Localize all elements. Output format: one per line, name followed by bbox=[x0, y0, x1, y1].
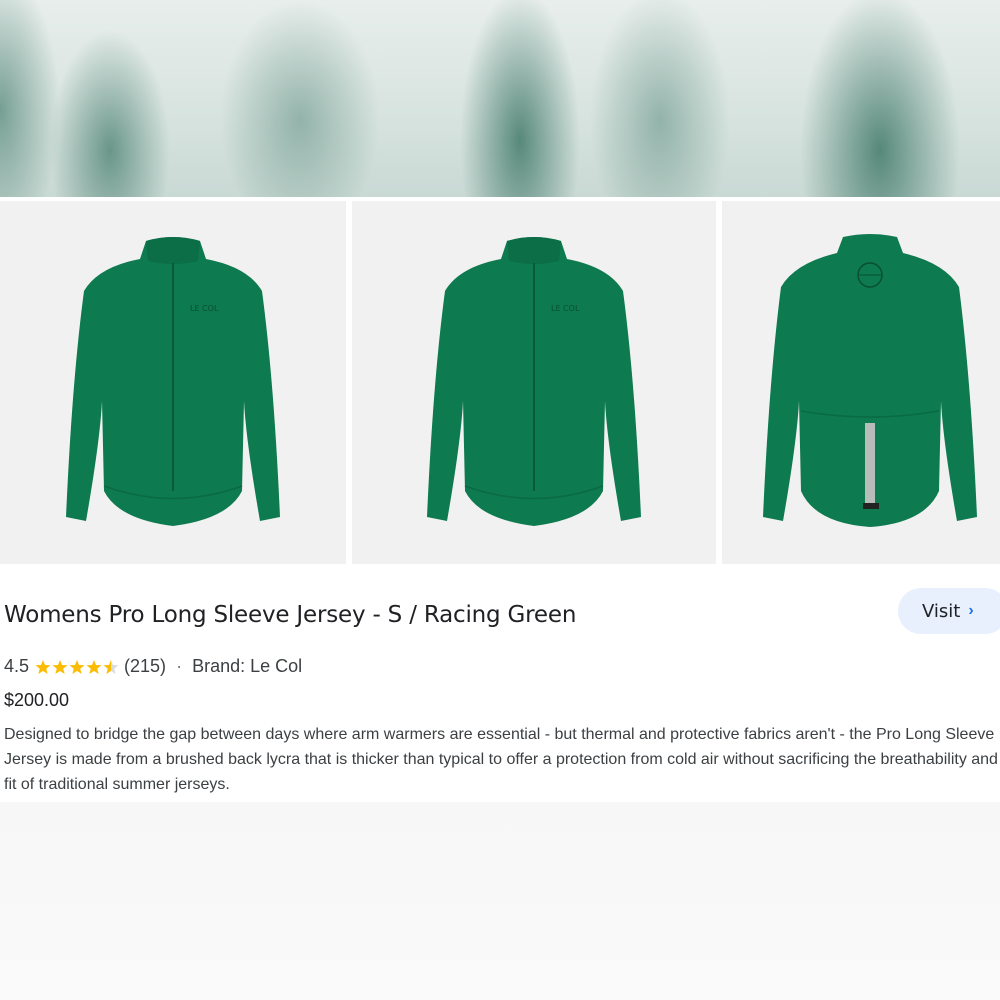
visit-button-label: Visit bbox=[922, 600, 961, 622]
blurred-banner-image bbox=[0, 0, 1000, 197]
svg-text:LE COL: LE COL bbox=[190, 304, 219, 313]
product-title[interactable]: Womens Pro Long Sleeve Jersey - S / Raci… bbox=[4, 602, 576, 628]
brand-label: Brand: Le Col bbox=[192, 656, 303, 676]
star-icon bbox=[86, 659, 102, 674]
star-icon bbox=[52, 659, 68, 674]
jersey-front-icon: LE COL bbox=[427, 237, 641, 526]
svg-text:LE COL: LE COL bbox=[551, 304, 580, 313]
product-price: $200.00 bbox=[4, 690, 70, 710]
product-image-back[interactable] bbox=[722, 201, 1000, 564]
star-icon bbox=[35, 659, 51, 674]
product-image-front-1[interactable]: LE COL bbox=[0, 201, 346, 564]
chevron-right-icon: › bbox=[968, 602, 974, 619]
star-rating bbox=[35, 659, 120, 675]
product-image-gallery: LE COL LE COL bbox=[0, 201, 1000, 564]
jersey-back-icon bbox=[763, 234, 977, 527]
visit-button[interactable]: Visit › bbox=[898, 588, 1000, 634]
jersey-front-icon: LE COL bbox=[66, 237, 280, 526]
product-image-front-2[interactable]: LE COL bbox=[352, 201, 716, 564]
separator-dot: · bbox=[176, 656, 183, 676]
review-count[interactable]: (215) bbox=[124, 656, 166, 677]
blurred-background-area bbox=[0, 802, 1000, 1000]
star-icon bbox=[103, 659, 119, 674]
rating-row: 4.5 (215) · Brand: Le Col bbox=[4, 656, 302, 677]
rating-value: 4.5 bbox=[4, 656, 30, 676]
star-icon bbox=[69, 659, 85, 674]
product-description: Designed to bridge the gap between days … bbox=[4, 726, 998, 793]
